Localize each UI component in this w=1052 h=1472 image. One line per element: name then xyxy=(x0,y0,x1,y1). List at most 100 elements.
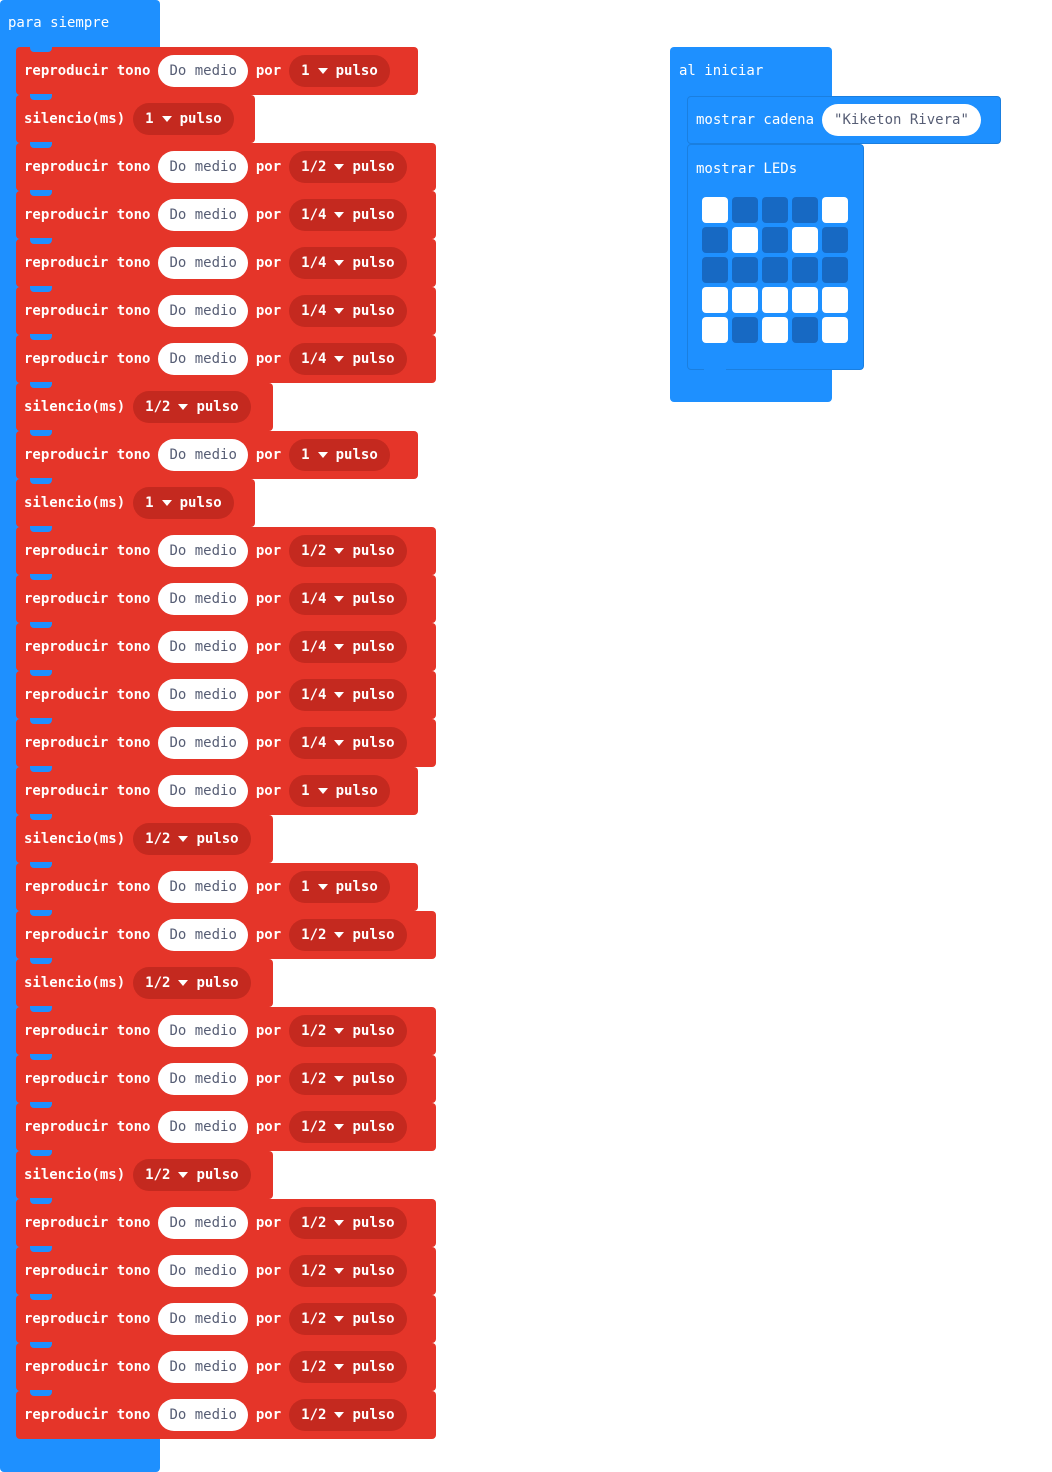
beat-dropdown[interactable]: 1/2 pulso xyxy=(289,919,407,951)
play-tone-block[interactable]: reproducir tono Do medio por 1/2 pulso xyxy=(16,1294,436,1343)
note-input[interactable]: Do medio xyxy=(158,1015,248,1047)
note-input[interactable]: Do medio xyxy=(158,1063,248,1095)
led-cell[interactable] xyxy=(792,257,818,283)
play-tone-block[interactable]: reproducir tono Do medio por 1/2 pulso xyxy=(16,1198,436,1247)
beat-dropdown[interactable]: 1/2 pulso xyxy=(133,967,251,999)
beat-dropdown[interactable]: 1 pulso xyxy=(289,871,390,903)
led-cell[interactable] xyxy=(792,197,818,223)
beat-dropdown[interactable]: 1/2 pulso xyxy=(133,1159,251,1191)
rest-block[interactable]: silencio(ms) 1/2 pulso xyxy=(16,1150,273,1199)
note-input[interactable]: Do medio xyxy=(158,199,248,231)
play-tone-block[interactable]: reproducir tono Do medio por 1/2 pulso xyxy=(16,142,436,191)
led-cell[interactable] xyxy=(822,287,848,313)
led-cell[interactable] xyxy=(732,227,758,253)
beat-dropdown[interactable]: 1/2 pulso xyxy=(289,1015,407,1047)
note-input[interactable]: Do medio xyxy=(158,679,248,711)
beat-dropdown[interactable]: 1/4 pulso xyxy=(289,727,407,759)
play-tone-block[interactable]: reproducir tono Do medio por 1 pulso xyxy=(16,862,418,911)
beat-dropdown[interactable]: 1 pulso xyxy=(289,55,390,87)
led-cell[interactable] xyxy=(732,257,758,283)
note-input[interactable]: Do medio xyxy=(158,1303,248,1335)
led-cell[interactable] xyxy=(702,317,728,343)
led-cell[interactable] xyxy=(822,257,848,283)
beat-dropdown[interactable]: 1/2 pulso xyxy=(289,1303,407,1335)
play-tone-block[interactable]: reproducir tono Do medio por 1/4 pulso xyxy=(16,574,436,623)
beat-dropdown[interactable]: 1 pulso xyxy=(133,487,234,519)
led-cell[interactable] xyxy=(762,317,788,343)
rest-block[interactable]: silencio(ms) 1/2 pulso xyxy=(16,382,273,431)
rest-block[interactable]: silencio(ms) 1 pulso xyxy=(16,478,255,527)
led-cell[interactable] xyxy=(792,287,818,313)
play-tone-block[interactable]: reproducir tono Do medio por 1/4 pulso xyxy=(16,670,436,719)
beat-dropdown[interactable]: 1/4 pulso xyxy=(289,295,407,327)
led-cell[interactable] xyxy=(762,257,788,283)
play-tone-block[interactable]: reproducir tono Do medio por 1/2 pulso xyxy=(16,1342,436,1391)
led-cell[interactable] xyxy=(822,317,848,343)
note-input[interactable]: Do medio xyxy=(158,871,248,903)
beat-dropdown[interactable]: 1/4 pulso xyxy=(289,343,407,375)
beat-dropdown[interactable]: 1/2 pulso xyxy=(289,1111,407,1143)
beat-dropdown[interactable]: 1/2 pulso xyxy=(289,1255,407,1287)
play-tone-block[interactable]: reproducir tono Do medio por 1/4 pulso xyxy=(16,286,436,335)
rest-block[interactable]: silencio(ms) 1/2 pulso xyxy=(16,958,273,1007)
note-input[interactable]: Do medio xyxy=(158,631,248,663)
beat-dropdown[interactable]: 1/2 pulso xyxy=(289,1351,407,1383)
play-tone-block[interactable]: reproducir tono Do medio por 1/2 pulso xyxy=(16,1054,436,1103)
led-cell[interactable] xyxy=(702,257,728,283)
note-input[interactable]: Do medio xyxy=(158,1111,248,1143)
note-input[interactable]: Do medio xyxy=(158,151,248,183)
note-input[interactable]: Do medio xyxy=(158,727,248,759)
beat-dropdown[interactable]: 1 pulso xyxy=(289,775,390,807)
play-tone-block[interactable]: reproducir tono Do medio por 1/4 pulso xyxy=(16,718,436,767)
led-cell[interactable] xyxy=(732,317,758,343)
led-cell[interactable] xyxy=(762,197,788,223)
beat-dropdown[interactable]: 1/2 pulso xyxy=(289,1063,407,1095)
beat-dropdown[interactable]: 1 pulso xyxy=(133,103,234,135)
note-input[interactable]: Do medio xyxy=(158,583,248,615)
led-cell[interactable] xyxy=(792,317,818,343)
beat-dropdown[interactable]: 1/2 pulso xyxy=(289,151,407,183)
note-input[interactable]: Do medio xyxy=(158,295,248,327)
led-cell[interactable] xyxy=(822,197,848,223)
rest-block[interactable]: silencio(ms) 1/2 pulso xyxy=(16,814,273,863)
note-input[interactable]: Do medio xyxy=(158,535,248,567)
beat-dropdown[interactable]: 1/4 pulso xyxy=(289,631,407,663)
beat-dropdown[interactable]: 1/4 pulso xyxy=(289,247,407,279)
note-input[interactable]: Do medio xyxy=(158,55,248,87)
note-input[interactable]: Do medio xyxy=(158,775,248,807)
note-input[interactable]: Do medio xyxy=(158,343,248,375)
play-tone-block[interactable]: reproducir tono Do medio por 1/2 pulso xyxy=(16,1246,436,1295)
led-cell[interactable] xyxy=(702,287,728,313)
led-cell[interactable] xyxy=(732,287,758,313)
beat-dropdown[interactable]: 1/2 pulso xyxy=(289,1399,407,1431)
play-tone-block[interactable]: reproducir tono Do medio por 1/4 pulso xyxy=(16,238,436,287)
beat-dropdown[interactable]: 1/2 pulso xyxy=(133,391,251,423)
rest-block[interactable]: silencio(ms) 1 pulso xyxy=(16,94,255,143)
note-input[interactable]: Do medio xyxy=(158,1351,248,1383)
play-tone-block[interactable]: reproducir tono Do medio por 1 pulso xyxy=(16,46,418,95)
play-tone-block[interactable]: reproducir tono Do medio por 1 pulso xyxy=(16,430,418,479)
play-tone-block[interactable]: reproducir tono Do medio por 1/2 pulso xyxy=(16,1102,436,1151)
note-input[interactable]: Do medio xyxy=(158,1255,248,1287)
string-value-input[interactable]: "Kiketon Rivera" xyxy=(822,104,981,136)
beat-dropdown[interactable]: 1/4 pulso xyxy=(289,199,407,231)
play-tone-block[interactable]: reproducir tono Do medio por 1/2 pulso xyxy=(16,526,436,575)
play-tone-block[interactable]: reproducir tono Do medio por 1/4 pulso xyxy=(16,622,436,671)
note-input[interactable]: Do medio xyxy=(158,1207,248,1239)
show-leds-block[interactable]: mostrar LEDs xyxy=(687,144,864,370)
beat-dropdown[interactable]: 1/2 pulso xyxy=(133,823,251,855)
led-cell[interactable] xyxy=(702,197,728,223)
play-tone-block[interactable]: reproducir tono Do medio por 1/2 pulso xyxy=(16,1006,436,1055)
beat-dropdown[interactable]: 1/4 pulso xyxy=(289,679,407,711)
note-input[interactable]: Do medio xyxy=(158,247,248,279)
led-cell[interactable] xyxy=(702,227,728,253)
play-tone-block[interactable]: reproducir tono Do medio por 1/4 pulso xyxy=(16,190,436,239)
play-tone-block[interactable]: reproducir tono Do medio por 1/2 pulso xyxy=(16,1390,436,1439)
show-string-block[interactable]: mostrar cadena "Kiketon Rivera" xyxy=(687,96,1001,144)
led-cell[interactable] xyxy=(822,227,848,253)
note-input[interactable]: Do medio xyxy=(158,919,248,951)
play-tone-block[interactable]: reproducir tono Do medio por 1/4 pulso xyxy=(16,334,436,383)
beat-dropdown[interactable]: 1/2 pulso xyxy=(289,1207,407,1239)
led-cell[interactable] xyxy=(762,287,788,313)
led-cell[interactable] xyxy=(762,227,788,253)
